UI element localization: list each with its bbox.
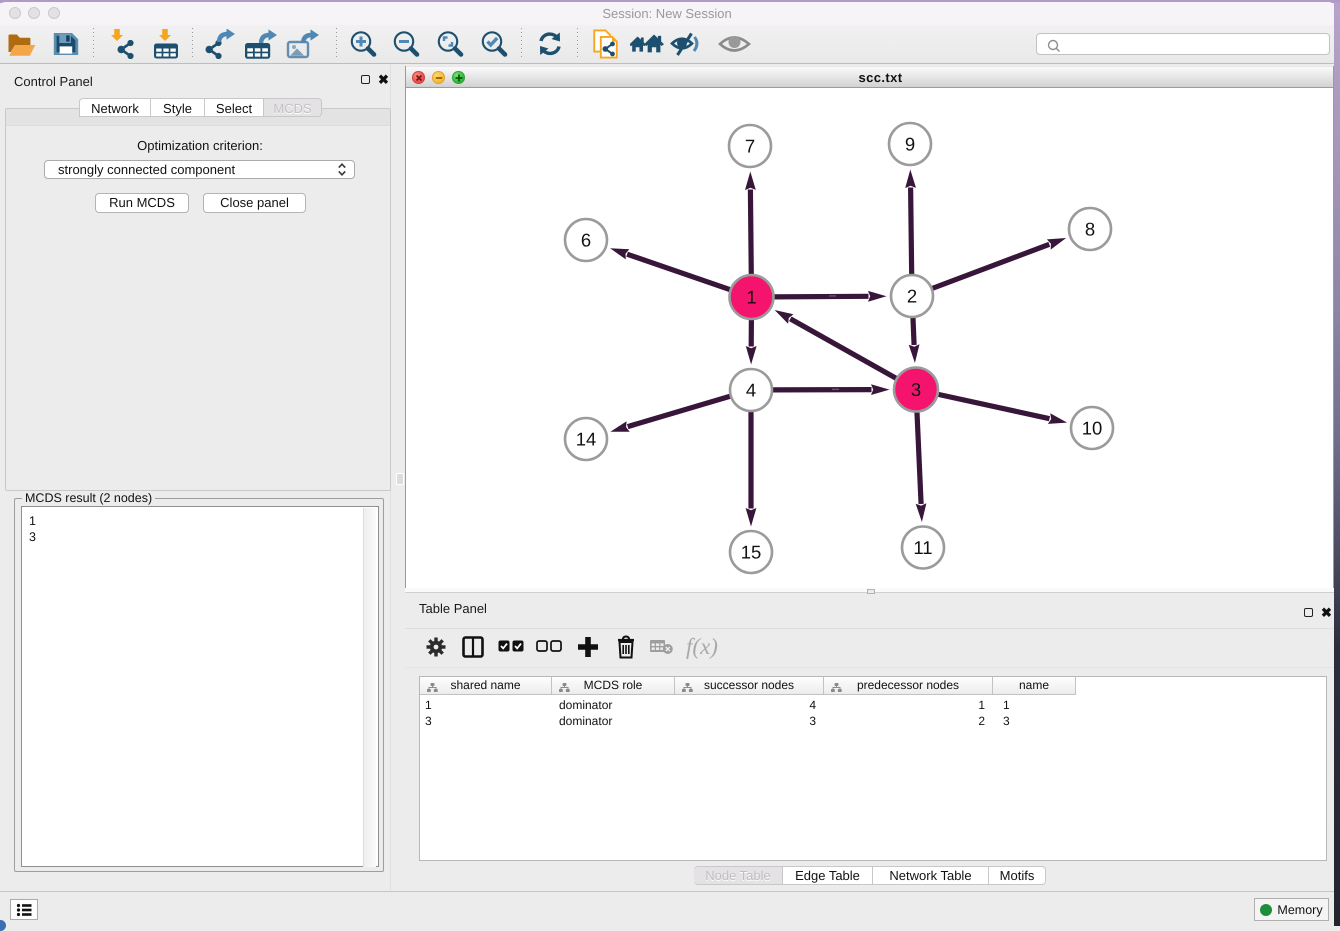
- svg-text:8: 8: [1085, 219, 1095, 240]
- svg-text:10: 10: [1082, 418, 1103, 439]
- svg-text:9: 9: [905, 134, 915, 155]
- svg-text:1: 1: [746, 287, 756, 308]
- svg-text:7: 7: [745, 136, 755, 157]
- svg-text:2: 2: [907, 286, 917, 307]
- svg-text:6: 6: [581, 230, 591, 251]
- svg-text:14: 14: [576, 429, 597, 450]
- svg-text:3: 3: [911, 379, 921, 400]
- svg-text:11: 11: [913, 537, 932, 558]
- svg-text:4: 4: [746, 380, 756, 401]
- svg-text:15: 15: [741, 542, 762, 563]
